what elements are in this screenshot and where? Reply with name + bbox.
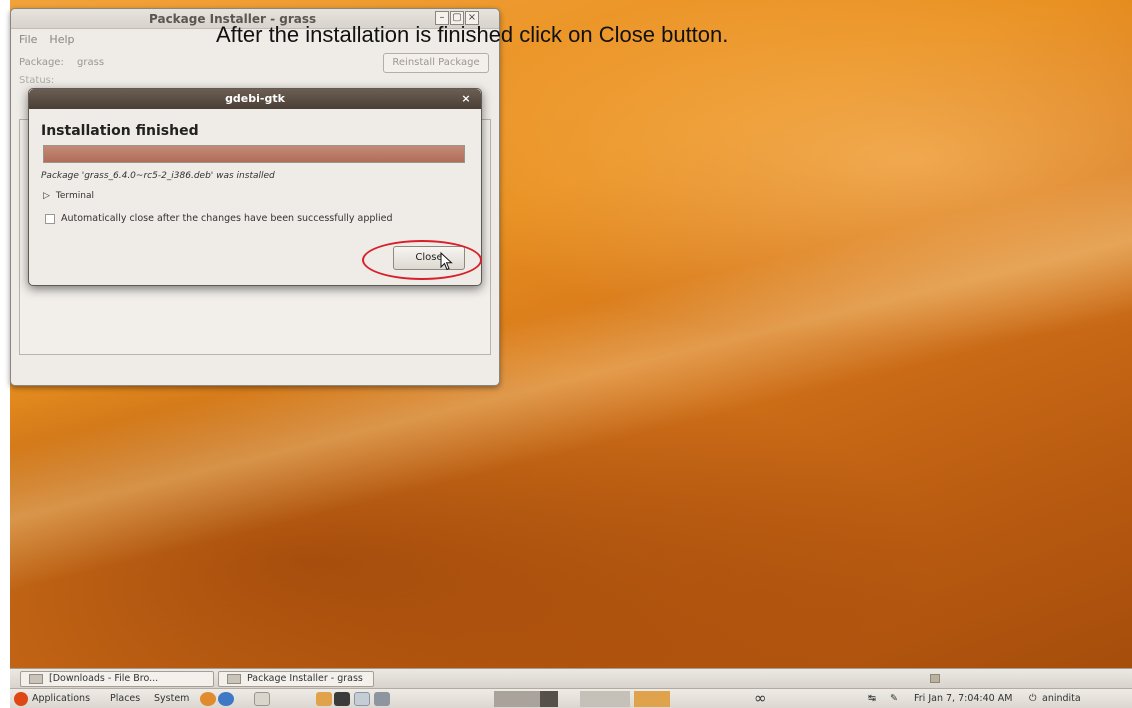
progress-bar-fill — [44, 146, 464, 162]
installation-heading: Installation finished — [41, 123, 199, 139]
task-downloads-file-browser[interactable]: [Downloads - File Bro... — [20, 671, 214, 687]
clock[interactable]: Fri Jan 7, 7:04:40 AM — [914, 693, 1012, 704]
workspace-1-window — [540, 691, 558, 707]
files-icon[interactable] — [316, 692, 332, 706]
power-icon[interactable]: ⏻ — [1029, 693, 1037, 704]
ubuntu-logo-icon — [14, 692, 28, 706]
close-button-highlight-circle — [362, 240, 482, 280]
system-panel: Applications Places System ∞ ↹ ✎ Fri Jan… — [10, 688, 1132, 708]
close-icon[interactable]: × — [459, 92, 473, 106]
package-row: Package: grass Reinstall Package — [11, 51, 499, 75]
expander-arrow-icon: ▷ — [43, 191, 50, 201]
folder-icon — [29, 674, 43, 684]
status-label: Status: — [19, 75, 55, 86]
menu-system[interactable]: System — [154, 693, 189, 704]
help-icon[interactable] — [218, 692, 234, 706]
progress-bar — [43, 145, 465, 163]
reinstall-package-button[interactable]: Reinstall Package — [383, 53, 489, 73]
auto-close-checkbox[interactable] — [45, 213, 55, 224]
volume-icon[interactable]: ✎ — [890, 693, 898, 704]
task-package-installer[interactable]: Package Installer - grass — [218, 671, 374, 687]
menu-applications[interactable]: Applications — [32, 693, 90, 704]
mouse-pointer-icon — [440, 252, 453, 271]
task-label: Package Installer - grass — [247, 673, 363, 684]
workspace-3[interactable] — [634, 691, 670, 707]
network-icon[interactable]: ↹ — [868, 693, 876, 704]
workspace-1[interactable] — [494, 691, 544, 707]
gdebi-titlebar[interactable]: gdebi-gtk × — [29, 89, 481, 109]
workspace-2[interactable] — [580, 691, 630, 707]
menu-help[interactable]: Help — [49, 33, 74, 47]
package-value: grass — [77, 57, 105, 68]
package-label: Package: — [19, 57, 64, 68]
user-name[interactable]: anindita — [1042, 693, 1081, 704]
window-list-panel: [Downloads - File Bro... Package Install… — [10, 668, 1132, 688]
gdebi-title: gdebi-gtk — [225, 92, 285, 105]
terminal-label: Terminal — [55, 191, 94, 201]
terminal-expander[interactable]: ▷ Terminal — [43, 191, 94, 201]
instruction-caption: After the installation is finished click… — [216, 22, 729, 47]
menu-places[interactable]: Places — [110, 693, 140, 704]
install-message: Package 'grass_6.4.0~rc5-2_i386.deb' was… — [41, 171, 275, 181]
package-icon — [227, 674, 241, 684]
terminal-icon[interactable] — [334, 692, 350, 706]
auto-close-row: Automatically close after the changes ha… — [45, 213, 393, 224]
calculator-icon[interactable] — [374, 692, 390, 706]
menu-file[interactable]: File — [19, 33, 37, 47]
auto-close-label[interactable]: Automatically close after the changes ha… — [61, 213, 393, 224]
editor-icon[interactable] — [254, 692, 270, 706]
firefox-icon[interactable] — [200, 692, 216, 706]
infinity-icon[interactable]: ∞ — [754, 689, 767, 707]
tray-icon[interactable] — [930, 674, 940, 683]
monitor-icon[interactable] — [354, 692, 370, 706]
task-label: [Downloads - File Bro... — [49, 673, 159, 684]
